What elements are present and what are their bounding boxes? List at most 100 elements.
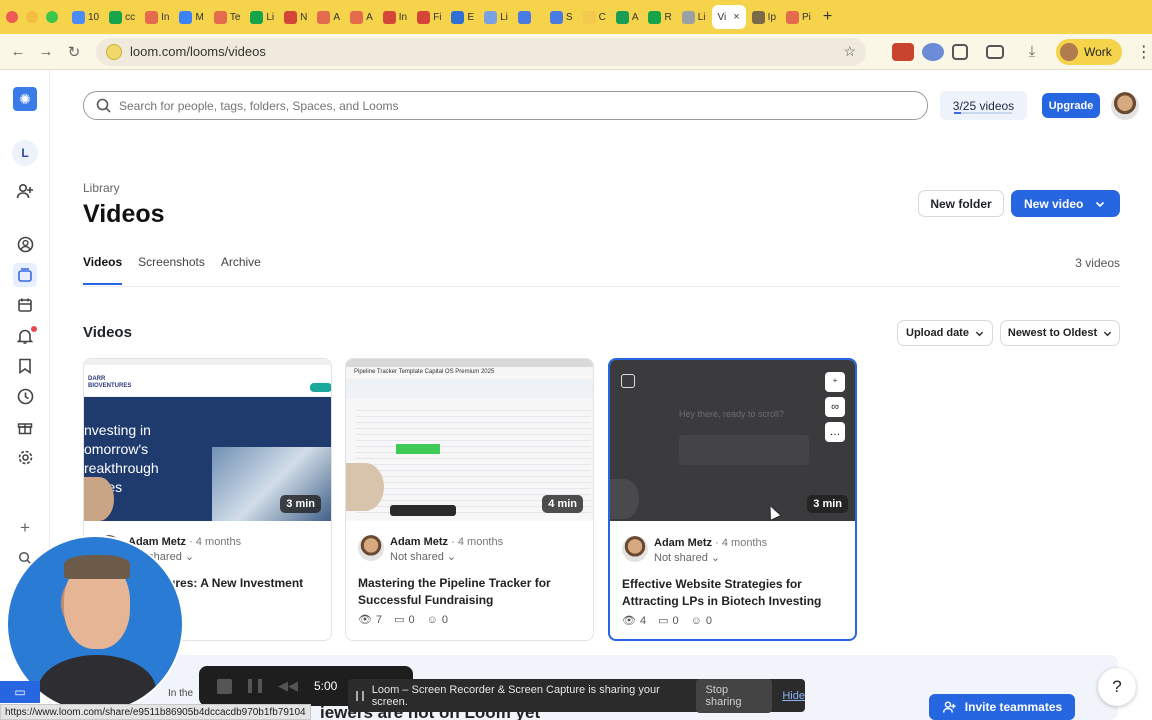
tab-archive[interactable]: Archive: [221, 255, 261, 279]
notifications-bell-icon[interactable]: [13, 324, 37, 348]
browser-tab[interactable]: A: [346, 5, 377, 29]
loom-logo-icon[interactable]: ✺: [13, 87, 37, 111]
browser-tab[interactable]: E: [447, 5, 478, 29]
browser-tab[interactable]: Li: [246, 5, 278, 29]
browser-tab[interactable]: N: [280, 5, 311, 29]
site-info-icon[interactable]: [106, 43, 122, 60]
browser-tab[interactable]: A: [612, 5, 643, 29]
search-bar[interactable]: [83, 91, 928, 120]
author-line: Adam Metz · 4 months: [390, 536, 504, 548]
bookmark-star-icon[interactable]: ☆: [843, 43, 856, 60]
add-member-icon[interactable]: [13, 179, 37, 203]
maximize-window-icon[interactable]: [46, 11, 58, 23]
browser-menu-icon[interactable]: ⋮: [1136, 42, 1152, 62]
workspace-avatar[interactable]: L: [12, 140, 38, 166]
minimize-window-icon[interactable]: [26, 11, 38, 23]
video-card[interactable]: Pipeline Tracker Template Capital OS Pre…: [345, 358, 594, 641]
add-person-icon[interactable]: ⁺: [825, 372, 845, 392]
browser-tab[interactable]: Te: [210, 5, 245, 29]
help-button[interactable]: ?: [1098, 668, 1136, 706]
sort-order-dropdown[interactable]: Newest to Oldest: [1000, 320, 1120, 346]
video-quota[interactable]: 3/25 videos: [940, 91, 1027, 120]
extension-icon[interactable]: [892, 42, 914, 61]
search-input[interactable]: [119, 98, 819, 113]
history-clock-icon[interactable]: [13, 384, 37, 408]
more-options-icon[interactable]: …: [825, 422, 845, 442]
new-video-button[interactable]: New video: [1011, 190, 1120, 217]
bookmark-icon[interactable]: [13, 354, 37, 378]
new-tab-button[interactable]: +: [823, 8, 832, 26]
video-thumbnail[interactable]: DARR BIOVENTURES nvesting in omorrow's r…: [84, 359, 331, 521]
author-name[interactable]: Adam Metz: [390, 536, 448, 548]
browser-tab[interactable]: S: [546, 5, 577, 29]
browser-tab[interactable]: 10: [68, 5, 103, 29]
browser-tab[interactable]: In: [141, 5, 173, 29]
close-window-icon[interactable]: [6, 11, 18, 23]
extension-icon[interactable]: [922, 42, 944, 61]
reactions-stat: ☺0: [691, 614, 712, 627]
profile-chip[interactable]: Work: [1056, 38, 1122, 65]
back-icon[interactable]: ←: [4, 43, 32, 60]
browser-tab[interactable]: Ip: [748, 5, 780, 29]
share-status-dropdown[interactable]: Not shared ⌄: [654, 551, 720, 564]
author-name[interactable]: Adam Metz: [654, 537, 712, 549]
comment-icon: ▭: [658, 615, 669, 627]
reaction-icon: ☺: [426, 613, 438, 626]
copy-link-icon[interactable]: ∞: [825, 397, 845, 417]
select-checkbox[interactable]: [621, 374, 635, 388]
tab-favicon-icon: [451, 10, 465, 24]
settings-gear-icon[interactable]: [13, 445, 37, 469]
extensions-puzzle-icon[interactable]: [952, 43, 968, 60]
reload-icon[interactable]: ↻: [60, 43, 88, 61]
browser-tab[interactable]: [514, 5, 544, 29]
stop-sharing-button[interactable]: Stop sharing: [696, 678, 773, 713]
hide-sharing-bar-link[interactable]: Hide: [782, 690, 805, 702]
restart-recording-icon[interactable]: ◀◀: [278, 678, 298, 694]
add-space-icon[interactable]: +: [13, 516, 37, 540]
browser-tab[interactable]: In: [379, 5, 411, 29]
invite-label: Invite teammates: [964, 700, 1063, 714]
user-avatar[interactable]: [1111, 92, 1139, 120]
browser-tab[interactable]: C: [579, 5, 610, 29]
webcam-bubble: [84, 477, 114, 521]
browser-tab[interactable]: M: [175, 5, 207, 29]
browser-tab[interactable]: Pi: [782, 5, 815, 29]
invite-teammates-button[interactable]: Invite teammates: [929, 694, 1075, 720]
browser-tab[interactable]: A: [313, 5, 344, 29]
pause-recording-icon[interactable]: [248, 679, 262, 693]
breadcrumb[interactable]: Library: [83, 181, 120, 195]
share-status-dropdown[interactable]: Not shared ⌄: [390, 550, 456, 563]
gift-icon[interactable]: [13, 415, 37, 439]
browser-tab[interactable]: R: [644, 5, 675, 29]
duration-badge: 3 min: [280, 495, 321, 513]
download-icon[interactable]: ⤓: [1018, 43, 1046, 60]
stop-recording-icon[interactable]: [217, 678, 232, 694]
upgrade-button[interactable]: Upgrade: [1042, 93, 1100, 118]
reading-mode-icon[interactable]: [986, 44, 1004, 59]
close-tab-icon[interactable]: ×: [733, 11, 739, 23]
video-title[interactable]: Effective Website Strategies for Attract…: [622, 576, 843, 610]
browser-tab[interactable]: Li: [678, 5, 710, 29]
home-icon[interactable]: [13, 232, 37, 256]
video-card[interactable]: Hey there, ready to scroll? ⁺ ∞ … 3 min …: [608, 358, 857, 641]
video-title[interactable]: Mastering the Pipeline Tracker for Succe…: [358, 575, 581, 609]
browser-tab[interactable]: Fi: [413, 5, 445, 29]
tab-active[interactable]: Vi ×: [711, 5, 746, 29]
tab-label: Fi: [433, 11, 442, 23]
url-text[interactable]: loom.com/looms/videos: [130, 44, 835, 59]
forward-icon[interactable]: →: [32, 43, 60, 60]
tab-screenshots[interactable]: Screenshots: [138, 255, 205, 279]
new-folder-button[interactable]: New folder: [918, 190, 1004, 217]
calendar-icon[interactable]: [13, 293, 37, 317]
browser-tab[interactable]: Li: [480, 5, 512, 29]
address-bar[interactable]: loom.com/looms/videos ☆: [96, 37, 866, 66]
browser-tab[interactable]: cc: [105, 5, 139, 29]
camera-toggle-icon[interactable]: ▭: [0, 681, 40, 703]
tab-favicon-icon: [317, 10, 331, 24]
tab-videos[interactable]: Videos: [83, 255, 123, 285]
library-icon[interactable]: [13, 263, 37, 287]
sort-field-dropdown[interactable]: Upload date: [897, 320, 993, 346]
banner-small-text: In the: [168, 688, 194, 699]
video-thumbnail[interactable]: Pipeline Tracker Template Capital OS Pre…: [346, 359, 593, 521]
video-thumbnail[interactable]: Hey there, ready to scroll? ⁺ ∞ … 3 min: [610, 360, 855, 521]
